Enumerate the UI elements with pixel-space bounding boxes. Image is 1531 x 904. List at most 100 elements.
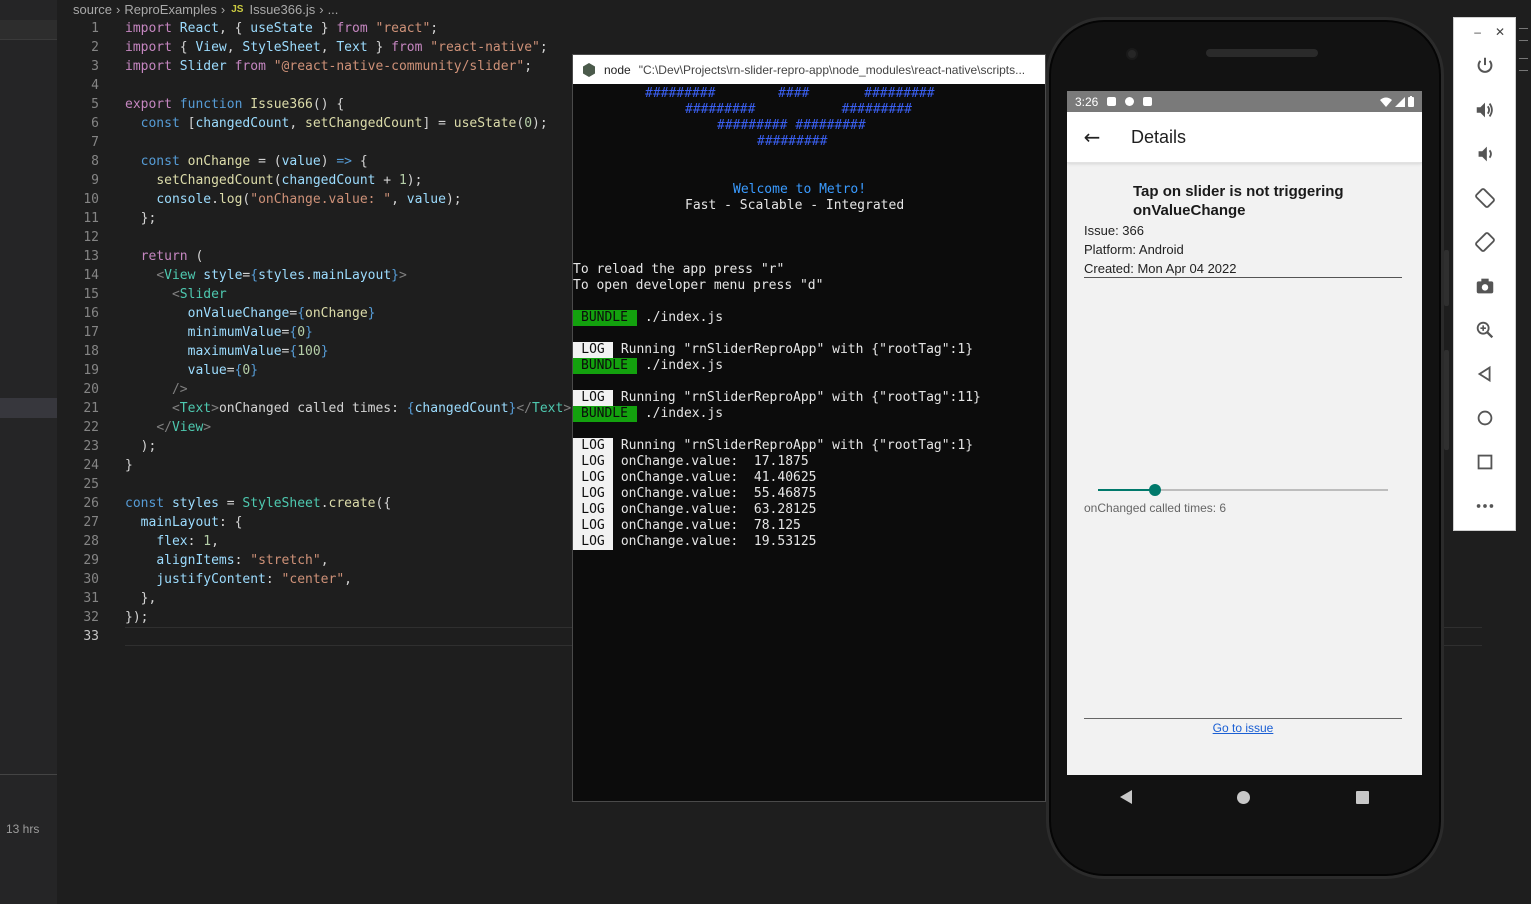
log-tag: LOG (573, 518, 613, 534)
close-button[interactable]: ✕ (1495, 25, 1505, 39)
breadcrumb: source › ReproExamples › JS Issue366.js … (73, 0, 338, 18)
chevron-right-icon: › (116, 1, 121, 17)
background-detail (1519, 58, 1528, 59)
camera-icon[interactable] (1473, 274, 1497, 298)
background-detail (1519, 70, 1528, 71)
log-message: onChange.value: 41.40625 (620, 470, 817, 485)
terminal-title-path: "C:\Dev\Projects\rn-slider-repro-app\nod… (638, 62, 1026, 77)
log-message: onChange.value: 55.46875 (620, 486, 817, 501)
android-emulator-device: 3:26 ← Details Tap on slider is not trig… (1046, 17, 1449, 879)
chevron-right-icon: › (220, 1, 226, 17)
metro-logo-line: ######### (757, 134, 828, 149)
front-camera (1126, 48, 1138, 60)
log-message: Running "rnSliderReproApp" with {"rootTa… (620, 438, 974, 453)
metro-tagline: Fast - Scalable - Integrated (685, 198, 905, 213)
terminal-title-app: node (604, 62, 631, 77)
go-to-issue-link[interactable]: Go to issue (1067, 721, 1419, 735)
rotate-left-icon[interactable] (1473, 186, 1497, 210)
nav-recents-icon[interactable] (1356, 790, 1370, 804)
details-content: Tap on slider is not triggering onValueC… (1067, 163, 1422, 775)
reload-hint: To reload the app press "r" (573, 262, 785, 277)
android-nav-bar (1067, 775, 1422, 819)
app-bar: ← Details (1067, 112, 1422, 163)
nav-home-icon[interactable] (1237, 790, 1251, 804)
log-tag: LOG (573, 534, 613, 550)
background-detail (1519, 40, 1528, 41)
background-window-edge (1516, 0, 1531, 904)
slider-thumb[interactable] (1149, 484, 1161, 496)
breadcrumb-symbols[interactable]: ... (328, 2, 339, 17)
screen-title: Details (1131, 126, 1187, 147)
desktop: 13 hrs source › ReproExamples › JS Issue… (0, 0, 1531, 904)
rotate-right-icon[interactable] (1473, 230, 1497, 254)
sd-card-icon (1143, 97, 1153, 106)
log-entry: LOG onChange.value: 19.53125 (573, 534, 817, 550)
minimize-button[interactable]: – (1474, 25, 1481, 39)
slider-track-fill (1098, 489, 1155, 491)
metro-logo-line: ######### ######### (717, 118, 866, 133)
breadcrumb-folder-reproexamples[interactable]: ReproExamples (124, 2, 217, 17)
log-message: onChange.value: 78.125 (620, 518, 801, 533)
back-icon[interactable] (1473, 362, 1497, 386)
bundle-tag: BUNDLE (573, 406, 637, 422)
cell-signal-icon (1395, 96, 1405, 107)
log-entry: LOG onChange.value: 55.46875 (573, 486, 817, 502)
log-tag: LOG (573, 486, 613, 502)
log-tag: LOG (573, 454, 613, 470)
bundle-path: ./index.js (644, 358, 724, 373)
more-icon[interactable] (1473, 494, 1497, 518)
metro-welcome: Welcome to Metro! (733, 182, 867, 197)
log-entry: LOG onChange.value: 41.40625 (573, 470, 817, 486)
log-tag: LOG (573, 438, 613, 454)
log-entry: LOG onChange.value: 78.125 (573, 518, 801, 534)
emulator-toolbar: – ✕ (1453, 17, 1516, 531)
zoom-icon[interactable] (1473, 318, 1497, 342)
js-file-icon: JS (231, 3, 244, 15)
issue-platform: Platform: Android (1084, 242, 1184, 257)
nodejs-icon (583, 62, 595, 77)
metro-terminal-window[interactable]: node "C:\Dev\Projects\rn-slider-repro-ap… (572, 54, 1046, 802)
log-entry: BUNDLE ./index.js (573, 310, 723, 326)
device-screen[interactable]: 3:26 ← Details Tap on slider is not trig… (1067, 91, 1422, 775)
log-entry: BUNDLE ./index.js (573, 406, 723, 422)
volume-side-button[interactable] (1444, 350, 1449, 450)
bundle-tag: BUNDLE (573, 310, 637, 326)
explorer-divider (0, 774, 57, 775)
home-icon[interactable] (1473, 406, 1497, 430)
bundle-path: ./index.js (644, 406, 724, 421)
volume-up-icon[interactable] (1473, 98, 1497, 122)
log-message: onChange.value: 63.28125 (620, 502, 817, 517)
explorer-header (0, 20, 57, 40)
log-entry: LOG Running "rnSliderReproApp" with {"ro… (573, 390, 981, 406)
explorer-selected-row[interactable] (0, 398, 57, 418)
power-side-button[interactable] (1444, 250, 1449, 306)
nav-back-icon[interactable] (1119, 790, 1132, 804)
power-icon[interactable] (1473, 54, 1497, 78)
wifi-icon (1380, 97, 1392, 107)
back-arrow-icon[interactable]: ← (1067, 125, 1117, 149)
issue-created-date: Created: Mon Apr 04 2022 (1084, 261, 1237, 276)
slider[interactable] (1098, 481, 1388, 499)
issue-title: Tap on slider is not triggering onValueC… (1133, 183, 1344, 219)
log-tag: LOG (573, 390, 613, 406)
log-tag: LOG (573, 502, 613, 518)
issue-number: Issue: 366 (1084, 223, 1144, 238)
overview-icon[interactable] (1473, 450, 1497, 474)
breadcrumb-file[interactable]: Issue366.js (249, 2, 315, 17)
log-message: Running "rnSliderReproApp" with {"rootTa… (620, 342, 974, 357)
devmenu-hint: To open developer menu press "d" (573, 278, 824, 293)
bundle-path: ./index.js (644, 310, 724, 325)
terminal-titlebar[interactable]: node "C:\Dev\Projects\rn-slider-repro-ap… (573, 55, 1045, 84)
breadcrumb-folder-source[interactable]: source (73, 2, 112, 17)
earpiece-speaker (1206, 49, 1318, 57)
log-message: onChange.value: 19.53125 (620, 534, 817, 549)
code-line: 1 import React, { useState } from "react"… (91, 21, 439, 36)
log-message: Running "rnSliderReproApp" with {"rootTa… (620, 390, 981, 405)
explorer-panel: 13 hrs (0, 0, 57, 904)
notification-icon (1107, 97, 1117, 106)
log-entry: LOG onChange.value: 17.1875 (573, 454, 809, 470)
metro-logo-line: ######### #### ######### (645, 86, 935, 101)
status-time: 3:26 (1075, 94, 1099, 109)
volume-down-icon[interactable] (1473, 142, 1497, 166)
metro-logo-line: ######### ######### (685, 102, 912, 117)
